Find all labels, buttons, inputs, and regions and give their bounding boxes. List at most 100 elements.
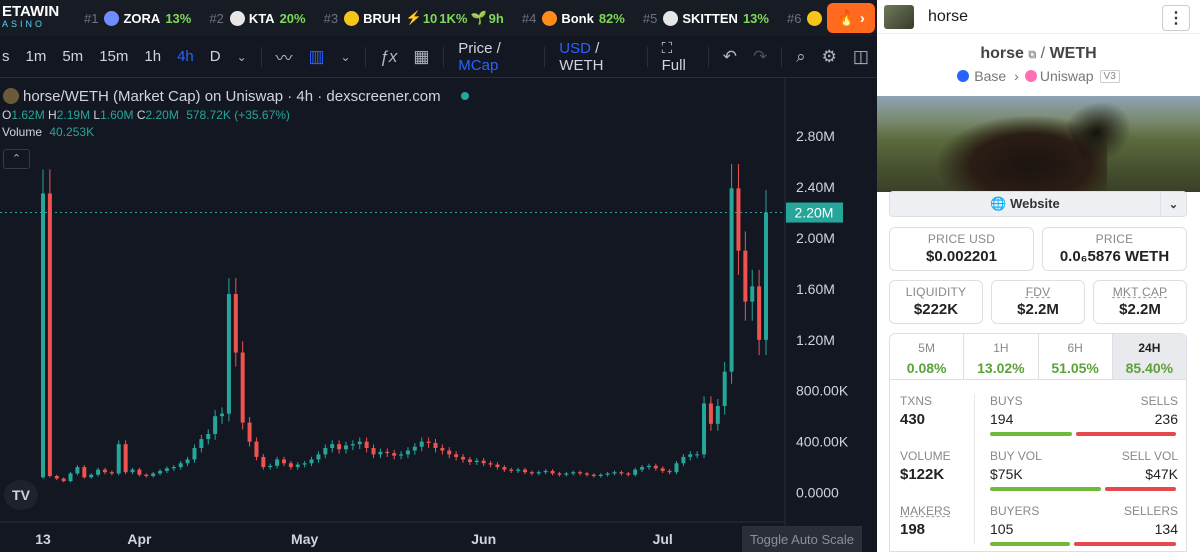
toolbar-divider (707, 46, 709, 67)
x-tick-label: Apr (127, 531, 152, 547)
candle-body (378, 451, 383, 455)
tab-6h[interactable]: 6H 51.05% (1039, 334, 1113, 379)
candle-body (523, 469, 527, 473)
candle-body (550, 470, 555, 474)
chart-type-dropdown-icon[interactable]: ⌄ (333, 50, 359, 64)
candle-body (626, 473, 631, 475)
price-usd-box: PRICE USD $0.002201 (889, 227, 1034, 271)
candle-body (688, 454, 693, 457)
candle-body (529, 472, 534, 474)
version-badge: V3 (1099, 69, 1120, 83)
sprout-icon: 🌱 (470, 10, 487, 25)
candle-body (405, 450, 410, 455)
candle-body (282, 459, 286, 464)
y-tick-label: 2.80M (796, 128, 835, 144)
candlestick-icon[interactable]: ▥ (300, 47, 332, 67)
trending-fire-button[interactable]: 🔥 › (827, 3, 875, 33)
candle-body (702, 403, 707, 455)
dex-link[interactable]: Uniswap (1040, 68, 1094, 84)
buyers-bar (990, 542, 1070, 546)
trending-item-2[interactable]: #2 KTA 20% (209, 10, 306, 26)
tab-24h[interactable]: 24H 85.40% (1112, 334, 1186, 379)
website-button[interactable]: 🌐 Website ⌄ (889, 191, 1187, 217)
trending-bar: ETAWIN ASINO #1 ZORA 13% #2 KTA 20% #3 B… (0, 0, 877, 36)
candle-body (764, 212, 768, 340)
candle-body (488, 463, 493, 465)
trending-item-1[interactable]: #1 ZORA 13% (84, 10, 191, 26)
undo-icon[interactable]: ↶ (715, 47, 745, 67)
interval-dropdown-icon[interactable]: ⌄ (229, 50, 255, 64)
volume-legend: Volume 40.253K (2, 125, 95, 139)
interval-d[interactable]: D (202, 48, 229, 65)
toolbar-divider (781, 46, 783, 67)
candle-body (116, 444, 121, 474)
candle-body (495, 464, 500, 468)
price-mcap-toggle[interactable]: Price / MCap (450, 40, 538, 74)
trending-item-4[interactable]: #4 Bonk 82% (522, 10, 625, 26)
layout-grid-icon[interactable]: ▦ (405, 47, 437, 67)
interval-15m[interactable]: 15m (91, 48, 136, 65)
tradingview-logo[interactable]: TV (4, 480, 38, 510)
candle-body (578, 472, 583, 474)
collapse-legend-button[interactable]: ⌃ (3, 149, 30, 169)
candle-body (399, 454, 404, 456)
chain-link[interactable]: Base (974, 68, 1006, 84)
candle-body (137, 469, 142, 475)
brand-logo[interactable]: ETAWIN ASINO (0, 0, 84, 36)
tab-1h[interactable]: 1H 13.02% (964, 334, 1039, 379)
usd-weth-toggle[interactable]: USD / WETH (551, 40, 641, 74)
toggle-auto-scale-button[interactable]: Toggle Auto Scale (742, 526, 862, 552)
candle-body (185, 459, 190, 464)
quick-search-icon[interactable]: ⌕ (788, 47, 814, 67)
interval-4h[interactable]: 4h (169, 48, 202, 65)
fullscreen-icon: ⛶ (661, 39, 673, 57)
candle-body (681, 456, 686, 464)
candle-body (605, 473, 610, 475)
candle-body (447, 450, 452, 455)
indicators-icon[interactable]: ƒx (371, 47, 405, 67)
more-menu-button[interactable]: ⋮ (1162, 5, 1190, 31)
toolbar-divider (443, 46, 445, 67)
fullscreen-button[interactable]: ⛶ Full (654, 40, 702, 74)
y-tick-label: 400.00K (796, 434, 849, 450)
market-cap-chart[interactable]: 2.80M 2.40M 2.00M 1.60M 1.20M 800.00K 400.00K 0… (0, 78, 877, 552)
candle-body (757, 286, 762, 340)
volume-row: VOLUME $122K BUY VOL $75K SELL VOL $47K (890, 435, 1188, 491)
globe-icon: 🌐 (990, 196, 1007, 211)
candle-body (653, 465, 658, 469)
trending-item-3[interactable]: #3 BRUH ⚡ 10 1K% 🌱 9h (324, 10, 504, 26)
redo-icon[interactable]: ↷ (745, 47, 775, 67)
candle-body (598, 474, 603, 476)
kta-token-icon (229, 10, 245, 26)
boost-bolt-icon: ⚡ (405, 10, 422, 25)
candle-body (316, 454, 321, 460)
candle-body (254, 441, 259, 457)
chevron-down-icon[interactable]: ⌄ (1160, 192, 1186, 216)
pair-title: horse ⧉ / WETH (980, 45, 1097, 62)
line-chart-icon[interactable]: 〰 (267, 44, 300, 69)
candle-body (440, 448, 445, 451)
candle-body (164, 468, 169, 471)
candle-body (102, 469, 107, 473)
candle-body (419, 441, 424, 447)
interval-1m[interactable]: 1m (18, 48, 55, 65)
settings-gear-icon[interactable]: ⚙ (814, 47, 845, 67)
interval-s[interactable]: s (0, 48, 18, 65)
sellers-bar (1073, 542, 1176, 546)
candle-body (68, 473, 73, 482)
candle-body (151, 473, 156, 476)
toolbar-divider (544, 46, 546, 67)
camera-snapshot-icon[interactable]: ◫ (845, 47, 877, 67)
interval-5m[interactable]: 5m (54, 48, 91, 65)
candle-body (343, 445, 348, 450)
tab-5m[interactable]: 5M 0.08% (890, 334, 965, 379)
trending-item-5[interactable]: #5 SKITTEN 13% (643, 10, 769, 26)
candle-body (412, 446, 417, 451)
candle-body (564, 473, 569, 475)
y-tick-label: 1.20M (796, 332, 835, 348)
toolbar-divider (260, 46, 262, 67)
liquidity-box: LIQUIDITY $222K (889, 280, 983, 324)
interval-1h[interactable]: 1h (136, 48, 169, 65)
candle-body (199, 439, 204, 448)
copy-icon[interactable]: ⧉ (1028, 49, 1036, 61)
